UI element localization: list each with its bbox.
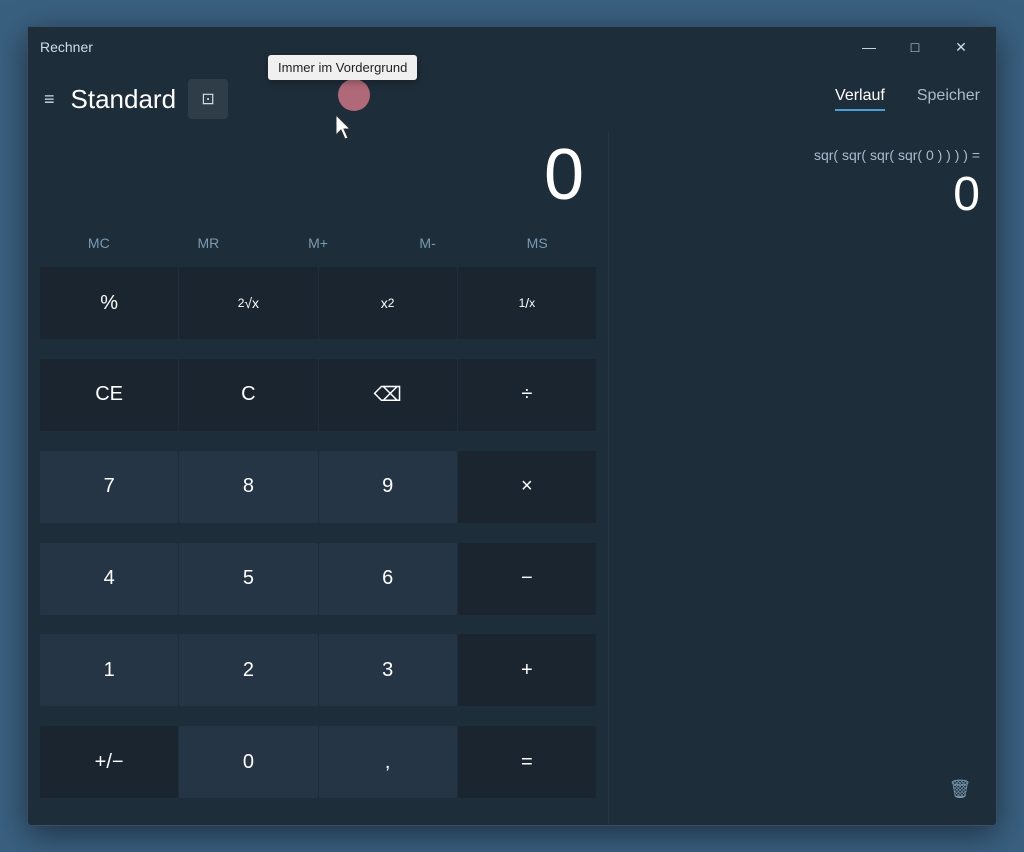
memory-mc-button[interactable]: MC — [44, 223, 154, 263]
btn-3[interactable]: 3 — [319, 634, 457, 706]
divide-button[interactable]: ÷ — [458, 359, 596, 431]
app-header: ≡ Standard ⊡ Verlauf Speicher — [28, 67, 996, 131]
trash-icon: 🗑 — [949, 779, 972, 800]
always-on-top-button[interactable]: ⊡ — [188, 79, 228, 119]
memory-ms-button[interactable]: MS — [482, 223, 592, 263]
history-content: sqr( sqr( sqr( sqr( 0 ) ) ) ) = 0 — [625, 139, 980, 761]
btn-2[interactable]: 2 — [179, 634, 317, 706]
calculator-window: Rechner — □ ✕ Immer im Vordergrund ≡ Sta… — [27, 26, 997, 826]
minimize-button[interactable]: — — [846, 27, 892, 67]
button-grid: % 2√x x2 1/x CE C ⌫ ÷ 7 8 9 × 4 5 6 − — [36, 267, 600, 817]
clear-history-button[interactable]: 🗑 — [940, 769, 980, 809]
decimal-button[interactable]: , — [319, 726, 457, 798]
btn-9[interactable]: 9 — [319, 451, 457, 523]
main-content: 0 MC MR M+ M- MS % 2√x x2 1/x CE C ⌫ — [28, 131, 996, 825]
display-value: 0 — [544, 135, 584, 215]
window-title: Rechner — [40, 39, 93, 55]
right-tabs: Verlauf Speicher — [835, 87, 980, 111]
ce-button[interactable]: CE — [40, 359, 178, 431]
history-expression: sqr( sqr( sqr( sqr( 0 ) ) ) ) = — [814, 147, 980, 163]
hamburger-icon[interactable]: ≡ — [44, 89, 55, 110]
btn-0[interactable]: 0 — [179, 726, 317, 798]
display: 0 — [36, 131, 600, 215]
close-button[interactable]: ✕ — [938, 27, 984, 67]
multiply-button[interactable]: × — [458, 451, 596, 523]
tab-memory[interactable]: Speicher — [917, 87, 980, 111]
backspace-button[interactable]: ⌫ — [319, 359, 457, 431]
memory-row: MC MR M+ M- MS — [36, 215, 600, 267]
clear-button[interactable]: C — [179, 359, 317, 431]
history-bottom: 🗑 — [625, 761, 980, 817]
btn-7[interactable]: 7 — [40, 451, 178, 523]
always-on-top-icon: ⊡ — [201, 89, 214, 109]
history-result: 0 — [953, 167, 980, 222]
app-title: Standard — [71, 84, 177, 115]
title-bar: Rechner — □ ✕ — [28, 27, 996, 67]
subtract-button[interactable]: − — [458, 543, 596, 615]
negate-button[interactable]: +/− — [40, 726, 178, 798]
memory-mplus-button[interactable]: M+ — [263, 223, 373, 263]
pin-circle-hover — [338, 79, 370, 111]
btn-8[interactable]: 8 — [179, 451, 317, 523]
title-bar-left: Rechner — [40, 39, 93, 55]
btn-4[interactable]: 4 — [40, 543, 178, 615]
maximize-button[interactable]: □ — [892, 27, 938, 67]
calculator-area: 0 MC MR M+ M- MS % 2√x x2 1/x CE C ⌫ — [28, 131, 608, 825]
square-button[interactable]: x2 — [319, 267, 457, 339]
memory-mminus-button[interactable]: M- — [373, 223, 483, 263]
history-panel: sqr( sqr( sqr( sqr( 0 ) ) ) ) = 0 🗑 — [608, 131, 996, 825]
title-bar-controls: — □ ✕ — [846, 27, 984, 67]
tab-history[interactable]: Verlauf — [835, 87, 885, 111]
percent-button[interactable]: % — [40, 267, 178, 339]
equals-button[interactable]: = — [458, 726, 596, 798]
memory-mr-button[interactable]: MR — [154, 223, 264, 263]
btn-1[interactable]: 1 — [40, 634, 178, 706]
btn-6[interactable]: 6 — [319, 543, 457, 615]
sqrt-button[interactable]: 2√x — [179, 267, 317, 339]
btn-5[interactable]: 5 — [179, 543, 317, 615]
add-button[interactable]: + — [458, 634, 596, 706]
reciprocal-button[interactable]: 1/x — [458, 267, 596, 339]
